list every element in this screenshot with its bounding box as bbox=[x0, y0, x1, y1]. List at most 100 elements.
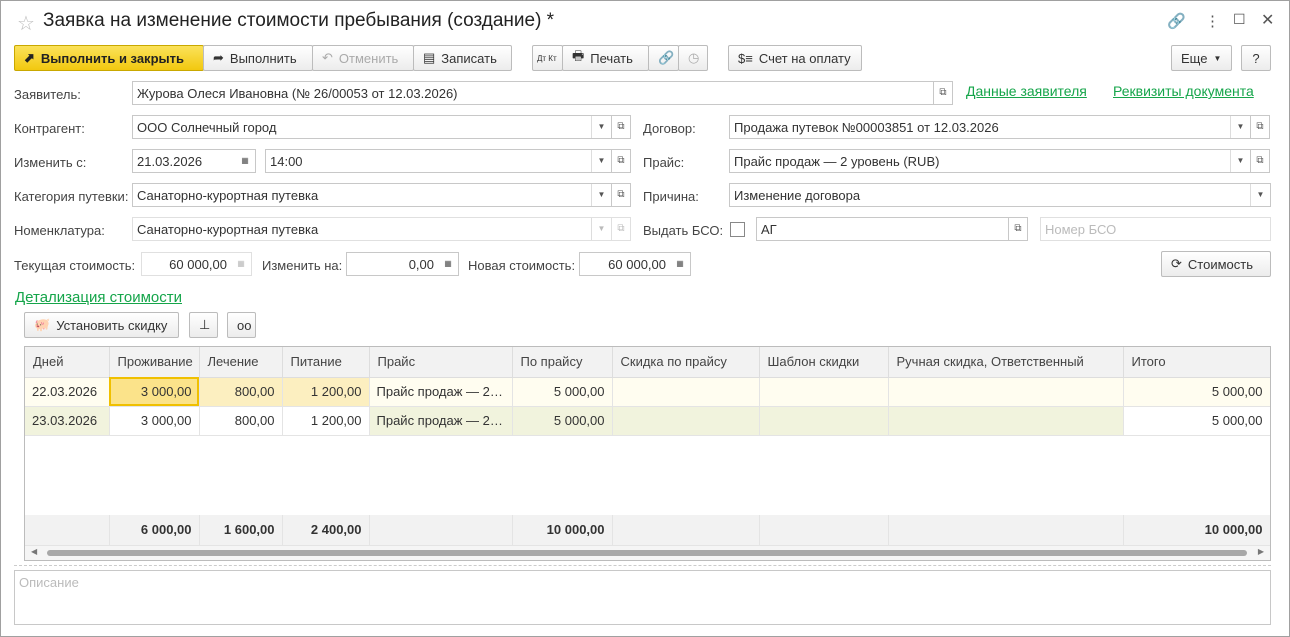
label: Выполнить и закрыть bbox=[40, 50, 184, 66]
maximize-icon[interactable]: ☐ bbox=[1233, 11, 1246, 28]
table-cell[interactable]: 800,00 bbox=[199, 406, 283, 436]
stamp-button[interactable]: ⊥ bbox=[189, 312, 218, 338]
bso-series-field[interactable]: АГ bbox=[756, 217, 1009, 241]
dropdown-icon[interactable]: ▼ bbox=[1230, 116, 1250, 138]
more-button[interactable]: Еще ▼ bbox=[1171, 45, 1232, 71]
table-cell[interactable] bbox=[612, 406, 760, 436]
column-header[interactable]: Шаблон скидки bbox=[759, 347, 889, 378]
table-cell[interactable]: 800,00 bbox=[199, 377, 283, 407]
open-icon[interactable]: ⧉ bbox=[611, 217, 631, 241]
link-button[interactable]: 🔗 bbox=[648, 45, 679, 71]
cost-details-link[interactable]: Детализация стоимости bbox=[15, 289, 182, 306]
horizontal-scrollbar[interactable]: ◀ ▶ bbox=[25, 546, 1270, 560]
dtkt-button[interactable]: Дт Кт bbox=[532, 45, 563, 71]
column-header[interactable]: Питание bbox=[282, 347, 370, 378]
bso-checkbox[interactable] bbox=[730, 222, 745, 237]
chevron-down-icon: ▼ bbox=[1213, 53, 1222, 63]
dropdown-icon[interactable]: ▼ bbox=[591, 150, 611, 172]
save-button[interactable]: ▤ Записать bbox=[413, 45, 512, 71]
price-field[interactable]: Прайс продаж — 2 уровень (RUB) ▼ bbox=[729, 149, 1251, 173]
table-cell[interactable]: Прайс продаж — 2 уровень (RUB) bbox=[369, 377, 513, 407]
table-cell[interactable] bbox=[759, 377, 889, 407]
column-header[interactable]: Дней bbox=[25, 347, 110, 378]
bso-number-field[interactable]: Номер БСО bbox=[1040, 217, 1271, 241]
calendar-icon[interactable]: ▦ bbox=[235, 150, 255, 172]
more-menu-icon[interactable]: ⋮ bbox=[1205, 12, 1220, 30]
applicant-data-link[interactable]: Данные заявителя bbox=[966, 83, 1087, 99]
save-icon: ▤ bbox=[423, 50, 436, 65]
help-button[interactable]: ? bbox=[1241, 45, 1271, 71]
open-icon[interactable]: ⧉ bbox=[1250, 115, 1270, 139]
new-cost-field[interactable]: 60 000,00 ▦ bbox=[579, 252, 691, 276]
table-cell[interactable]: 5 000,00 bbox=[512, 406, 613, 436]
change-by-field[interactable]: 0,00 ▦ bbox=[346, 252, 459, 276]
dropdown-icon[interactable]: ▼ bbox=[1230, 150, 1250, 172]
calculator-icon[interactable]: ▦ bbox=[231, 253, 251, 275]
open-icon[interactable]: ⧉ bbox=[1250, 149, 1270, 173]
table-cell[interactable]: 23.03.2026 bbox=[25, 406, 110, 436]
contract-field[interactable]: Продажа путевок №00003851 от 12.03.2026 ▼ bbox=[729, 115, 1251, 139]
table-cell[interactable]: 1 200,00 bbox=[282, 377, 370, 407]
open-icon[interactable]: ⧉ bbox=[933, 81, 953, 105]
total-cell bbox=[759, 515, 889, 546]
open-icon[interactable]: ⧉ bbox=[611, 115, 631, 139]
counterparty-field[interactable]: ООО Солнечный город ▼ bbox=[132, 115, 612, 139]
open-icon[interactable]: ⧉ bbox=[611, 149, 631, 173]
current-cost-label: Текущая стоимость: bbox=[14, 258, 136, 273]
table-cell[interactable]: 5 000,00 bbox=[1123, 377, 1270, 407]
table-cell[interactable] bbox=[612, 377, 760, 407]
table-cell[interactable]: 22.03.2026 bbox=[25, 377, 110, 407]
category-field[interactable]: Санаторно-курортная путевка ▼ bbox=[132, 183, 612, 207]
change-time-field[interactable]: 14:00 ▼ bbox=[265, 149, 612, 173]
calculator-icon[interactable]: ▦ bbox=[670, 253, 690, 275]
column-header[interactable]: Проживание bbox=[109, 347, 200, 378]
table-cell[interactable]: 5 000,00 bbox=[1123, 406, 1270, 436]
table-cell[interactable]: 3 000,00 bbox=[109, 377, 200, 407]
execute-button[interactable]: ➦ Выполнить bbox=[203, 45, 313, 71]
column-header[interactable]: Прайс bbox=[369, 347, 513, 378]
cancel-button[interactable]: ↶ Отменить bbox=[312, 45, 414, 71]
open-icon[interactable]: ⧉ bbox=[1008, 217, 1028, 241]
table-cell[interactable]: 3 000,00 bbox=[109, 406, 200, 436]
description-field[interactable]: Описание bbox=[14, 570, 1271, 625]
table-cell[interactable]: Прайс продаж — 2 уровень (RUB) bbox=[369, 406, 513, 436]
column-header[interactable]: Лечение bbox=[199, 347, 283, 378]
table-row[interactable]: 23.03.2026 3 000,00 800,00 1 200,00 Прайс пр… bbox=[25, 406, 1270, 436]
table-row[interactable]: 22.03.2026 3 000,00 800,00 1 200,00 Прайс пр… bbox=[25, 377, 1270, 407]
applicant-field[interactable]: Журова Олеся Ивановна (№ 26/00053 от 12.… bbox=[132, 81, 934, 105]
favorite-star-icon[interactable]: ☆ bbox=[17, 11, 35, 36]
table-cell[interactable] bbox=[888, 377, 1124, 407]
column-header[interactable]: Ручная скидка, Ответственный bbox=[888, 347, 1124, 378]
table-cell[interactable]: 1 200,00 bbox=[282, 406, 370, 436]
link-icon[interactable]: 🔗 bbox=[1167, 12, 1186, 30]
scrollbar-thumb[interactable] bbox=[47, 550, 1247, 556]
dropdown-icon[interactable]: ▼ bbox=[591, 184, 611, 206]
history-button[interactable]: ◷ bbox=[678, 45, 708, 71]
change-by-label: Изменить на: bbox=[262, 258, 343, 273]
cost-button[interactable]: ⟳ Стоимость bbox=[1161, 251, 1271, 277]
dropdown-icon[interactable]: ▼ bbox=[591, 218, 611, 240]
column-header[interactable]: Скидка по прайсу bbox=[612, 347, 760, 378]
execute-close-button[interactable]: ⬈ Выполнить и закрыть bbox=[14, 45, 204, 71]
column-header[interactable]: По прайсу bbox=[512, 347, 613, 378]
change-date-field[interactable]: 21.03.2026 ▦ bbox=[132, 149, 256, 173]
nomenclature-field[interactable]: Санаторно-курортная путевка ▼ bbox=[132, 217, 612, 241]
calculator-icon[interactable]: ▦ bbox=[438, 253, 458, 275]
current-cost-field[interactable]: 60 000,00 ▦ bbox=[141, 252, 252, 276]
column-header[interactable]: Итого bbox=[1123, 347, 1270, 378]
open-icon[interactable]: ⧉ bbox=[611, 183, 631, 207]
dropdown-icon[interactable]: ▼ bbox=[1250, 184, 1270, 206]
reason-field[interactable]: Изменение договора ▼ bbox=[729, 183, 1271, 207]
table-cell[interactable] bbox=[759, 406, 889, 436]
set-discount-button[interactable]: 🐖 Установить скидку bbox=[24, 312, 179, 338]
invoice-button[interactable]: $≡ Счет на оплату bbox=[728, 45, 862, 71]
applicant-label: Заявитель: bbox=[14, 87, 81, 102]
table-cell[interactable]: 5 000,00 bbox=[512, 377, 613, 407]
print-button[interactable]: 🖶 Печать bbox=[562, 45, 649, 71]
table-cell[interactable] bbox=[888, 406, 1124, 436]
glasses-button[interactable]: oo bbox=[227, 312, 256, 338]
value: 0,00 bbox=[408, 257, 434, 272]
doc-details-link[interactable]: Реквизиты документа bbox=[1113, 83, 1254, 99]
close-icon[interactable]: ✕ bbox=[1261, 10, 1274, 30]
dropdown-icon[interactable]: ▼ bbox=[591, 116, 611, 138]
